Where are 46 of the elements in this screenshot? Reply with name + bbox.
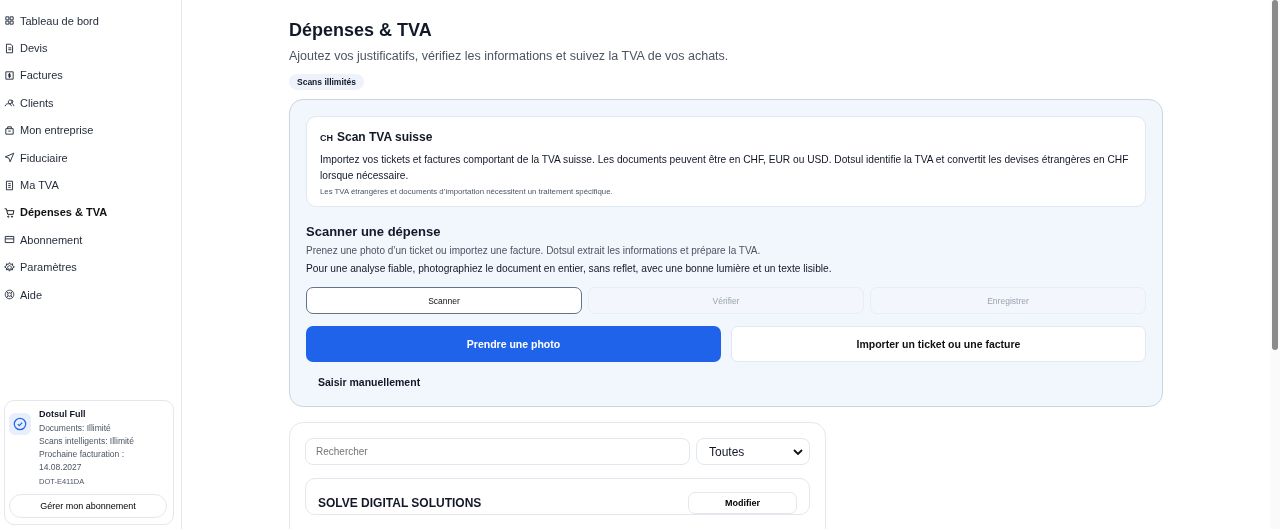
nav-item[interactable]: Abonnement	[0, 226, 181, 254]
nav-icon	[4, 152, 15, 164]
plan-detail: Prochaine facturation : 14.08.2027	[39, 448, 126, 474]
nav-item[interactable]: Fiduciaire	[0, 143, 181, 172]
info-title: Scan TVA suisse	[337, 130, 433, 144]
vendor-name: SOLVE DIGITAL SOLUTIONS	[318, 496, 482, 510]
import-button[interactable]: Importer un ticket ou une facture	[731, 326, 1146, 362]
nav-item[interactable]: Mon entreprise	[0, 116, 181, 144]
take-photo-button[interactable]: Prendre une photo	[306, 326, 721, 362]
step-tab[interactable]: Scanner	[306, 287, 582, 314]
plan-name: Dotsul Full	[39, 409, 87, 419]
filter-dropdown[interactable]: Toutes	[696, 438, 810, 465]
nav-icon	[4, 15, 15, 27]
edit-button[interactable]: Modifier	[688, 492, 797, 514]
tip-text: Pour une analyse fiable, photographiez le document en entier, sans reflet, avec une bonne lumière et un texte lisible.	[306, 263, 833, 274]
manage-subscription-button[interactable]: Gérer mon abonnement	[9, 494, 167, 518]
page-title: Dépenses & TVA	[289, 20, 433, 41]
scans-badge: Scans illimités	[289, 74, 365, 90]
plan-detail: Scans intelligents: Illimité	[39, 435, 135, 448]
nav-icon	[4, 97, 15, 109]
nav-icon	[4, 42, 15, 54]
search-field[interactable]: Rechercher	[305, 438, 690, 465]
nav-item[interactable]: Devis	[0, 34, 181, 62]
nav-item[interactable]: Dépenses & TVA	[0, 198, 181, 227]
nav-item[interactable]: Paramètres	[0, 253, 181, 281]
scrollbar[interactable]	[1270, 0, 1280, 529]
nav-item[interactable]: Factures	[0, 61, 181, 90]
nav-item[interactable]: Clients	[0, 89, 181, 117]
manual-entry-link[interactable]: Saisir manuellement	[318, 376, 421, 388]
page-subtitle: Ajoutez vos justificatifs, vérifiez les informations et suivez la TVA de vos achats.	[289, 49, 730, 63]
nav-item[interactable]: Ma TVA	[0, 171, 181, 199]
nav-icon	[4, 179, 15, 191]
nav-icon	[4, 69, 15, 81]
section-title: Scanner une dépense	[306, 224, 442, 239]
nav-icon	[4, 234, 15, 246]
section-subtitle: Prenez une photo d’un ticket ou importez une facture. Dotsul extrait les informations et prépare la TVA.	[306, 245, 762, 256]
country-code: CH	[320, 133, 333, 143]
plan-detail: Documents: Illimité	[39, 422, 112, 435]
chevron-down-icon	[793, 448, 803, 455]
nav-item[interactable]: Tableau de bord	[0, 7, 181, 35]
nav-item[interactable]: Aide	[0, 280, 181, 309]
nav-icon	[4, 261, 15, 273]
nav-icon	[4, 124, 15, 136]
nav-icon	[4, 289, 15, 301]
info-text: Importez vos tickets et factures comportant de la TVA suisse. Les documents peuvent être en CHF, EUR ou USD. Dotsul identifie la TVA et convertit les devises étrangères en CHF lorsque nécessaire.	[320, 153, 1130, 183]
nav-icon	[4, 206, 15, 218]
